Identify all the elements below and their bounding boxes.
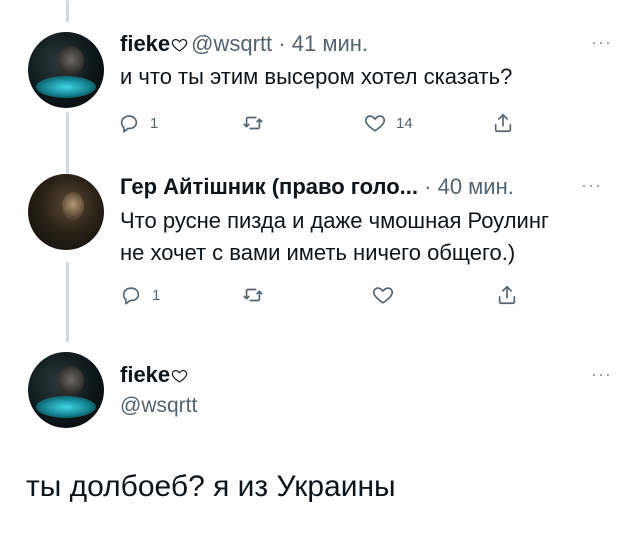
timestamp[interactable]: · 40 мин. xyxy=(424,174,514,199)
share-icon xyxy=(498,285,516,305)
author-name[interactable]: fieke xyxy=(120,362,170,387)
reply-count: 1 xyxy=(152,286,161,304)
retweet-icon xyxy=(243,116,263,130)
heart-outline-icon xyxy=(171,38,188,52)
reply-button[interactable]: 1 xyxy=(120,282,160,308)
more-options-icon[interactable]: ··· xyxy=(581,175,602,196)
like-count: 14 xyxy=(396,114,413,132)
share-button[interactable] xyxy=(492,110,514,136)
tweet-text-line-1: Что русне пизда и даже чмошная Роулинг xyxy=(120,208,549,233)
author-name[interactable]: fieke xyxy=(120,31,170,56)
avatar[interactable] xyxy=(28,174,104,250)
share-button[interactable] xyxy=(496,282,518,308)
timestamp[interactable]: · 41 мин. xyxy=(278,31,368,56)
tweet-actions: 1 14 xyxy=(118,110,538,136)
heart-outline-icon xyxy=(171,369,188,383)
tweet-1[interactable]: fieke @wsqrtt · 41 мин. ··· и что ты этим… xyxy=(0,0,640,160)
avatar[interactable] xyxy=(28,352,104,428)
tweet-2[interactable]: Гер Айтішник (право голо... · 40 мин. ··… xyxy=(0,160,640,330)
reply-count: 1 xyxy=(150,114,159,132)
tweet-3[interactable]: fieke @wsqrtt ··· xyxy=(0,340,640,537)
tweet-header: fieke xyxy=(120,362,191,388)
tweet-text: ты долбоеб? я из Украины xyxy=(26,470,396,503)
reply-icon xyxy=(122,287,140,305)
author-handle[interactable]: @wsqrtt xyxy=(120,394,197,418)
tweet-header: fieke @wsqrtt · 41 мин. xyxy=(120,31,368,57)
tweet-header: Гер Айтішник (право голо... · 40 мин. xyxy=(120,174,514,200)
retweet-icon xyxy=(243,288,263,302)
retweet-button[interactable] xyxy=(242,282,274,308)
author-handle[interactable]: @wsqrtt xyxy=(191,31,272,56)
avatar[interactable] xyxy=(28,32,104,108)
tweet-actions: 1 xyxy=(120,282,540,308)
like-button[interactable] xyxy=(372,282,404,308)
like-button[interactable]: 14 xyxy=(364,110,413,136)
retweet-button[interactable] xyxy=(242,110,274,136)
like-icon xyxy=(364,115,386,132)
reply-icon xyxy=(120,115,138,133)
share-icon xyxy=(494,113,512,133)
more-options-icon[interactable]: ··· xyxy=(591,364,612,385)
tweet-text: и что ты этим высером хотел сказать? xyxy=(120,64,513,89)
tweet-text-line-2: не хочет с вами иметь ничего общего.) xyxy=(120,240,516,265)
author-name[interactable]: Гер Айтішник (право голо... xyxy=(120,174,418,199)
reply-button[interactable]: 1 xyxy=(118,110,158,136)
more-options-icon[interactable]: ··· xyxy=(591,32,612,53)
like-icon xyxy=(372,287,394,304)
